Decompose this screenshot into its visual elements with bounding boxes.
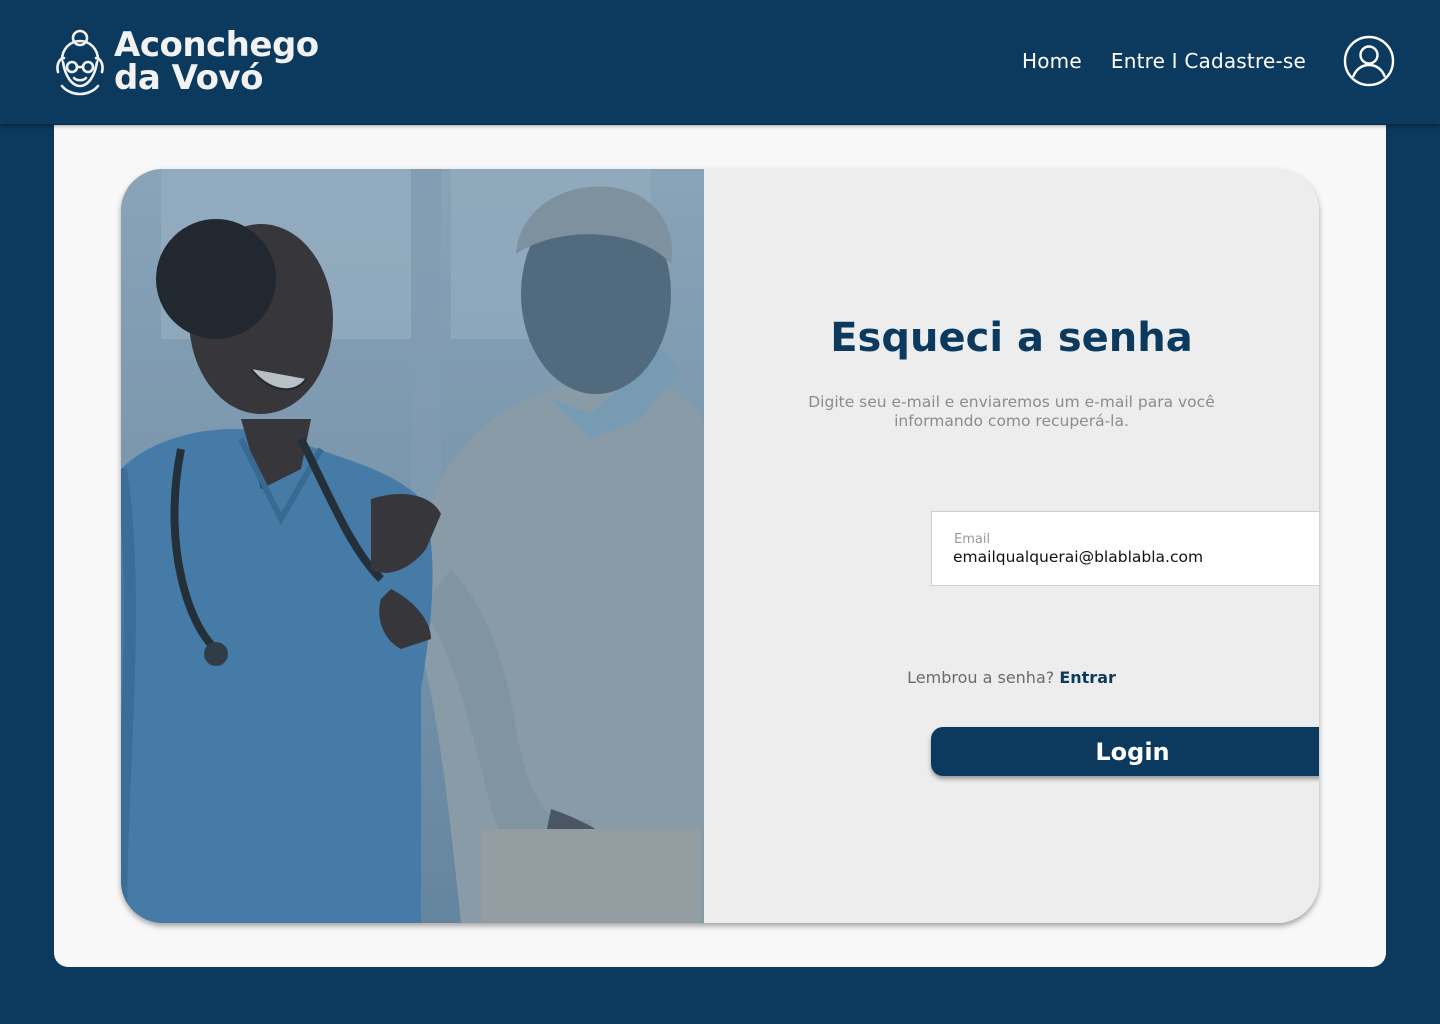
email-input[interactable] [953,548,1313,566]
brand-name: Aconchego da Vovó [114,28,319,98]
nav-home-link[interactable]: Home [1022,49,1082,73]
remember-password-text: Lembrou a senha? [907,668,1055,687]
login-button[interactable]: Login [931,727,1319,776]
user-circle-icon[interactable] [1343,35,1395,87]
form-description: Digite seu e-mail e enviaremos um e-mail… [808,393,1215,430]
email-field-label: Email [954,532,991,547]
brand-logo[interactable]: Aconchego da Vovó [54,26,319,98]
recovery-panel: Esqueci a senha Digite seu e-mail e envi… [121,169,1319,923]
main-nav: Home Entre I Cadastre-se [1022,49,1306,73]
brand-name-line2: da Vovó [114,58,263,98]
email-field[interactable]: Email [931,511,1319,586]
top-navbar: Aconchego da Vovó Home Entre I Cadastre-… [0,0,1440,124]
hero-photo [121,169,704,923]
nav-login-register-link[interactable]: Entre I Cadastre-se [1111,49,1306,73]
password-recovery-form: Esqueci a senha Digite seu e-mail e envi… [704,169,1319,923]
grandma-face-icon [56,29,104,96]
page-title: Esqueci a senha [830,315,1193,361]
remember-password-prompt: Lembrou a senha? Entrar [704,668,1319,687]
enter-link[interactable]: Entrar [1059,668,1116,687]
nurse-with-elderly-man-image [121,169,704,923]
